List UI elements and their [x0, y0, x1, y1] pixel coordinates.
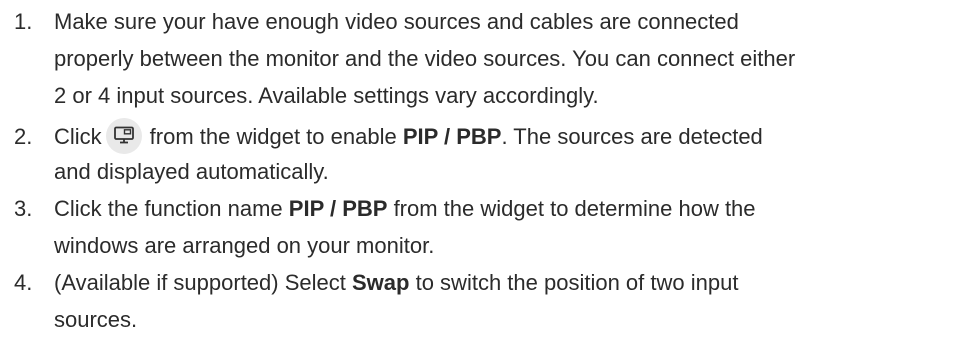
step-number: 4. [14, 270, 33, 295]
step-2-line-2: and displayed automatically. [54, 159, 329, 184]
step-3: 3. Click the function name PIP / PBP fro… [14, 190, 954, 264]
step-number: 2. [14, 124, 33, 149]
pip-monitor-icon [105, 118, 142, 155]
step-2: 2. Click from the widget to enable PIP / … [14, 117, 954, 187]
step-1: 1. Make sure your have enough video sour… [14, 3, 954, 114]
step-1-line-1: Make sure your have enough video sources… [54, 9, 739, 34]
step-1-line-3: 2 or 4 input sources. Available settings… [54, 83, 599, 108]
step-4-line-2: sources. [54, 307, 138, 332]
step-2-line-1: Click from the widget to enable PIP / PBP… [54, 117, 954, 157]
instruction-list: 1. Make sure your have enough video sour… [0, 0, 962, 338]
step-3-line-1: Click the function name PIP / PBP from t… [54, 196, 756, 221]
step-number: 3. [14, 196, 33, 221]
step-4-line-1: (Available if supported) Select Swap to … [54, 270, 739, 295]
step-3-line-2: windows are arranged on your monitor. [54, 233, 435, 258]
step-number: 1. [14, 9, 33, 34]
step-4: 4. (Available if supported) Select Swap … [14, 264, 954, 338]
step-1-line-2: properly between the monitor and the vid… [54, 46, 796, 71]
